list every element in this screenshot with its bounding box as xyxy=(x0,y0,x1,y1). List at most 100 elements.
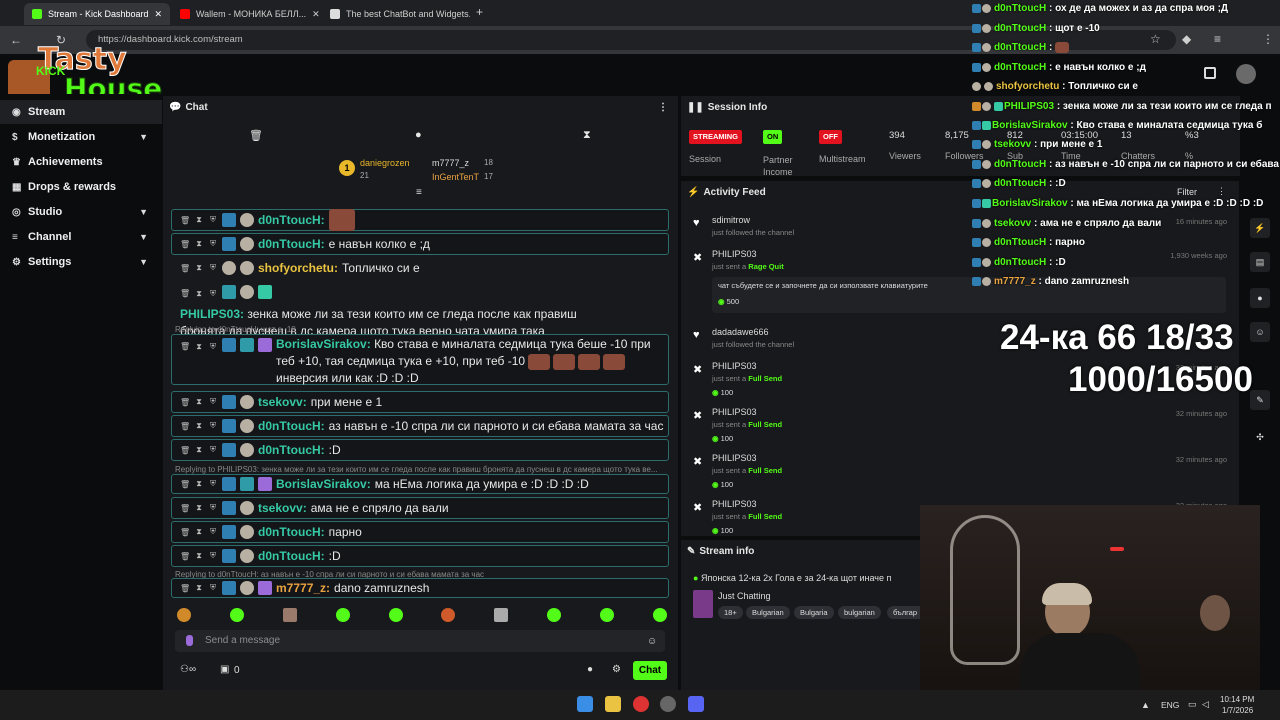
trash-icon[interactable]: 🗑 xyxy=(180,285,190,302)
chat-message[interactable]: 🗑 ⧗ ⛨ d0nTtoucH: е навън колко е ;д xyxy=(171,233,669,255)
trash-icon[interactable]: 🗑 xyxy=(180,264,190,273)
chat-username[interactable]: d0nTtoucH: xyxy=(258,525,325,539)
volume-icon[interactable]: ◁ xyxy=(1202,699,1209,710)
document-icon[interactable]: ▤ xyxy=(1250,252,1270,272)
gear-icon[interactable]: ⚙ xyxy=(612,664,621,675)
bookmark-star-icon[interactable]: ☆ xyxy=(1150,32,1161,46)
hourglass-icon[interactable]: ⧗ xyxy=(194,421,204,431)
filter-button[interactable]: Filter xyxy=(1177,187,1197,197)
shield-icon[interactable]: ⛨ xyxy=(208,445,218,455)
sidebar-item-drops[interactable]: ▦ Drops & rewards xyxy=(0,175,162,199)
chat-message[interactable]: 🗑 ⧗ ⛨ tsekovv: при мене е 1 xyxy=(171,391,669,413)
sidebar-item-monetization[interactable]: $ Monetization ▼ xyxy=(0,125,162,149)
tab-kick-dashboard[interactable]: Stream - Kick Dashboard ✕ xyxy=(24,3,170,25)
shield-icon[interactable]: ⛨ xyxy=(208,215,218,225)
activity-item[interactable]: ✖ PHILIPS03 just sent a Full Send 32 min… xyxy=(681,453,1239,495)
hourglass-icon[interactable]: ⧗ xyxy=(194,239,204,249)
chat-username[interactable]: d0nTtoucH: xyxy=(258,549,325,563)
activity-username[interactable]: dadadawe666 xyxy=(712,327,769,337)
share-icon[interactable]: ✣ xyxy=(1250,427,1270,447)
shield-icon[interactable]: ⛨ xyxy=(208,551,218,561)
trash-icon[interactable]: 🗑 xyxy=(180,240,190,249)
chat-username[interactable]: tsekovv: xyxy=(258,501,307,515)
hourglass-icon[interactable]: ⧗ xyxy=(194,527,204,537)
gifter-name[interactable]: m7777_z xyxy=(432,158,469,168)
chat-username[interactable]: PHILIPS03: xyxy=(180,307,244,321)
hourglass-icon[interactable]: ⧗ xyxy=(194,285,204,302)
chat-username[interactable]: shofyorchetu: xyxy=(258,261,338,275)
collapse-icon[interactable]: ≡ xyxy=(416,187,422,198)
menu-icon[interactable]: ⋮ xyxy=(1262,32,1274,46)
activity-username[interactable]: sdimitrow xyxy=(712,215,750,225)
chat-message[interactable]: 🗑 ⧗ ⛨ d0nTtoucH: парно xyxy=(171,521,669,543)
chat-message[interactable]: 🗑 ⧗ ⛨ m7777_z: dano zamruznesh xyxy=(171,578,669,598)
emote-icon[interactable] xyxy=(177,608,191,622)
bolt-icon[interactable]: ⚡ xyxy=(1250,218,1270,238)
chat-username[interactable]: d0nTtoucH: xyxy=(258,213,325,227)
hourglass-icon[interactable]: ⧗ xyxy=(194,503,204,513)
activity-username[interactable]: PHILIPS03 xyxy=(712,453,757,463)
wrench-icon[interactable]: ✎ xyxy=(1250,390,1270,410)
discord-icon[interactable] xyxy=(688,696,704,712)
tag-pill[interactable]: bulgarian xyxy=(838,606,881,619)
trash-icon[interactable]: 🗑 xyxy=(180,552,190,561)
more-icon[interactable]: ⋮ xyxy=(1217,186,1226,197)
obs-icon[interactable] xyxy=(660,696,676,712)
chat-settings-bubble-icon[interactable]: ● xyxy=(587,664,593,675)
shield-icon[interactable]: ⛨ xyxy=(208,239,218,249)
language-indicator[interactable]: ENG xyxy=(1161,700,1179,710)
sidebar-item-studio[interactable]: ◎ Studio ▼ xyxy=(0,200,162,224)
gifter-name[interactable]: InGentTenT xyxy=(432,172,479,182)
trash-icon[interactable]: 🗑 xyxy=(180,504,190,513)
shield-icon[interactable]: ⛨ xyxy=(208,285,218,302)
activity-username[interactable]: PHILIPS03 xyxy=(712,249,757,259)
chat-message[interactable]: 🗑 ⧗ ⛨ d0nTtoucH: :D xyxy=(171,439,669,461)
status-badge[interactable]: OFF xyxy=(819,130,842,144)
emote-icon[interactable] xyxy=(335,608,350,622)
hourglass-icon[interactable]: ⧗ xyxy=(194,397,204,407)
shield-icon[interactable]: ⛨ xyxy=(208,421,218,431)
shield-icon[interactable]: ⛨ xyxy=(208,479,218,489)
gifter-name[interactable]: daniegrozen xyxy=(360,158,410,168)
trash-icon[interactable]: 🗑 xyxy=(180,480,190,489)
activity-username[interactable]: PHILIPS03 xyxy=(712,361,757,371)
settings-icon[interactable] xyxy=(1204,67,1216,79)
sidebar-item-stream[interactable]: ◉ Stream xyxy=(0,100,162,124)
tag-pill[interactable]: Bulgarian xyxy=(746,606,790,619)
close-icon[interactable]: ✕ xyxy=(155,9,163,20)
shield-icon[interactable]: ⛨ xyxy=(208,503,218,513)
tag-pill[interactable]: 18+ xyxy=(718,606,743,619)
tab-youtube[interactable]: Wallem - МОНИКА БЕЛЛ... ✕ xyxy=(172,3,320,25)
chrome-icon[interactable] xyxy=(633,696,649,712)
hourglass-icon[interactable]: ⧗ xyxy=(194,263,204,273)
tag-pill[interactable]: Bulgaria xyxy=(794,606,834,619)
stream-title[interactable]: ● Японска 12-ка 2х Гола е за 24-ка щот и… xyxy=(693,573,923,583)
trash-icon[interactable]: 🗑 xyxy=(180,216,190,225)
emote-icon[interactable] xyxy=(547,608,562,622)
sidebar-item-achievements[interactable]: ♛ Achievements xyxy=(0,150,162,174)
emote-icon[interactable] xyxy=(494,608,509,622)
hourglass-icon[interactable]: ⧗ xyxy=(194,479,204,489)
trash-icon[interactable]: 🗑 xyxy=(180,398,190,407)
send-chat-button[interactable]: Chat xyxy=(633,661,667,680)
hourglass-icon[interactable]: ⧗ xyxy=(194,583,204,593)
tray-chevron-icon[interactable]: ▲ xyxy=(1141,700,1150,710)
trash-icon[interactable]: 🗑 xyxy=(180,446,190,455)
windows-start-icon[interactable] xyxy=(577,696,593,712)
activity-item[interactable]: ✖ PHILIPS03 just sent a Rage Quit 1,930 … xyxy=(681,249,1239,315)
activity-username[interactable]: PHILIPS03 xyxy=(712,407,757,417)
chat-message[interactable]: 🗑 ⧗ ⛨ d0nTtoucH: :D xyxy=(171,545,669,567)
chat-username[interactable]: BorislavSirakov: xyxy=(276,477,371,491)
emote-icon[interactable] xyxy=(441,608,456,622)
hourglass-icon[interactable]: ⧗ xyxy=(194,551,204,561)
chat-username[interactable]: d0nTtoucH: xyxy=(258,443,325,457)
trash-icon[interactable]: 🗑 xyxy=(180,584,190,593)
chat-message[interactable]: 🗑 ⧗ ⛨ BorislavSirakov: ма нЕма логика да у… xyxy=(171,474,669,494)
category-name[interactable]: Just Chatting xyxy=(718,591,771,601)
chat-username[interactable]: BorislavSirakov: xyxy=(276,337,371,351)
emoji-icon[interactable]: ☺ xyxy=(647,636,657,647)
activity-username[interactable]: PHILIPS03 xyxy=(712,499,757,509)
shield-icon[interactable]: ⛨ xyxy=(208,263,218,273)
users-icon[interactable]: ⚇∞ xyxy=(180,664,196,675)
chat-username[interactable]: d0nTtoucH: xyxy=(258,237,325,251)
